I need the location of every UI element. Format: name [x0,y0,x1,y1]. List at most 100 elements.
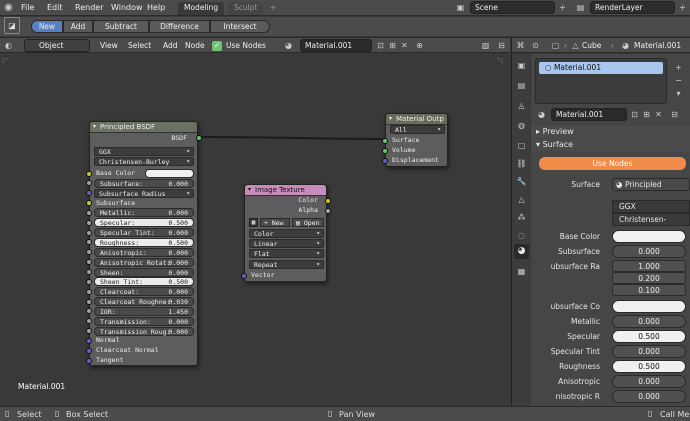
vector-socket[interactable] [241,273,247,279]
bsdf-input-socket[interactable] [86,200,92,207]
bsdf-input-row[interactable]: Specular Tint: 0.000 [94,228,194,238]
particles-tab-icon[interactable]: ⁂ [516,212,527,223]
bsdf-input-socket[interactable] [86,288,92,295]
bsdf-input-row[interactable]: IOR: 1.450 [94,306,194,316]
bsdf-input-row[interactable]: Subsurface: 0.000 [94,178,194,188]
editor-type-icon[interactable]: ⌘ [515,40,526,51]
volume-socket[interactable] [382,148,388,154]
prop-value-field[interactable]: 0.200 [612,272,686,284]
breadcrumb-object[interactable]: Cube [582,41,601,50]
node-header[interactable]: Image Texture [245,185,326,196]
link-data-icon[interactable]: ⊟ [669,109,680,120]
prop-value-field[interactable]: 0.000 [612,315,686,328]
physics-tab-icon[interactable]: ◌ [516,230,527,241]
render-layers-tab-icon[interactable]: ▤ [516,80,527,91]
material-output-node[interactable]: Material Outp All Surface Volume Displac… [382,113,448,167]
subsurface-method-select[interactable]: Christensen-Burley [94,157,194,166]
bsdf-input-socket[interactable] [86,328,92,335]
color-output-socket[interactable] [325,198,331,204]
bsdf-input-socket[interactable] [86,219,92,226]
bsdf-input-socket[interactable] [86,269,92,275]
preview-panel-header[interactable]: ▸ Preview [531,126,690,138]
distribution-select[interactable]: GGX [94,147,194,156]
material-tab-icon[interactable]: ◕ [514,244,529,259]
world-tab-icon[interactable]: ◍ [516,120,527,131]
render-tab-icon[interactable]: ▣ [516,60,527,71]
bsdf-input-row[interactable]: Specular: 0.500 [94,218,194,228]
open-image-button[interactable]: ▤ Open [292,218,324,227]
target-select[interactable]: All [390,125,445,134]
bsdf-input-socket[interactable] [86,278,92,285]
prop-value-field[interactable]: 0.000 [612,345,686,358]
bsdf-input-row[interactable]: Anisotropic: 0.000 [94,247,194,257]
base-color-swatch[interactable] [145,169,194,178]
distribution-select[interactable]: GGX [612,200,690,213]
output-socket[interactable] [196,135,202,141]
slot-add-icon[interactable]: + [673,62,684,73]
surface-panel-header[interactable]: ▾ Surface [531,139,690,151]
bsdf-input-socket[interactable] [86,249,92,256]
principled-bsdf-node[interactable]: Principled BSDF BSDF GGX Christensen-Bur… [86,121,202,366]
bsdf-input-row[interactable]: Sheen Tint: 0.500 [94,277,194,287]
node-header[interactable]: Principled BSDF [90,122,197,133]
render-layer-field[interactable]: RenderLayer [590,1,675,14]
bsdf-input-socket[interactable] [86,259,92,266]
bsdf-input-socket[interactable] [86,308,92,315]
bsdf-input-row[interactable]: Transmission: 0.000 [94,316,194,326]
slot-remove-icon[interactable]: − [673,75,684,86]
bsdf-input-row[interactable]: Sheen: 0.000 [94,267,194,277]
extension-select[interactable]: Repeat [249,260,324,269]
prop-value-field[interactable]: 0.100 [612,284,686,296]
material-icon[interactable]: ◕ [620,40,631,51]
texture-tab-icon[interactable]: ▦ [516,266,527,277]
prop-value-field[interactable]: 0.500 [612,330,686,343]
bsdf-input-row[interactable]: Subsurface Radius [94,188,194,198]
bsdf-input-socket[interactable] [86,190,92,197]
render-layer-icon[interactable]: ▤ [575,2,586,13]
scene-tab-icon[interactable]: ◬ [516,100,527,111]
object-tab-icon[interactable]: ▢ [516,140,527,151]
bsdf-input-row[interactable]: Transmission Roug: 0.000 [94,326,194,336]
bsdf-input-socket[interactable] [86,318,92,325]
material-slot-list[interactable]: ○ Material.001 [535,58,667,104]
interpolation-select[interactable]: Linear [249,239,324,248]
object-icon[interactable]: ▢ [550,40,561,51]
bsdf-input-socket[interactable] [86,170,92,177]
material-datablock-field[interactable]: Material.001 [551,108,627,121]
bsdf-input-row[interactable]: Anisotropic Rotat: 0.000 [94,257,194,267]
normal-socket[interactable] [86,338,92,344]
prop-value-field[interactable]: 0.000 [612,375,686,388]
pin-icon[interactable]: ⊙ [530,40,541,51]
bsdf-input-row[interactable]: Clearcoat Roughne: 0.030 [94,297,194,307]
render-layer-add-icon[interactable]: + [677,2,688,13]
subsurface-method-select[interactable]: Christensen- [612,213,690,226]
scene-add-icon[interactable]: + [557,2,568,13]
image-texture-node[interactable]: Image Texture Color Alpha ▩ + New ▤ Open… [241,184,331,282]
new-material-icon[interactable]: ⊞ [641,109,652,120]
tangent-socket[interactable] [86,358,92,364]
surface-shader-field[interactable]: ◕ Principled [612,178,690,191]
material-slot-item[interactable]: ○ Material.001 [539,62,663,74]
bsdf-input-socket[interactable] [86,239,92,246]
use-nodes-button[interactable]: Use Nodes [539,157,686,170]
surface-socket[interactable] [382,138,388,144]
mesh-icon[interactable]: △ [570,40,581,51]
bsdf-input-row[interactable]: Clearcoat: 0.000 [94,287,194,297]
prop-value-field[interactable]: 0.500 [612,360,686,373]
displacement-socket[interactable] [382,158,388,164]
bsdf-input-socket[interactable] [86,229,92,236]
constraints-tab-icon[interactable]: ⛓ [516,158,527,169]
clearcoat-normal-socket[interactable] [86,348,92,354]
new-image-button[interactable]: + New [260,218,290,227]
prop-color-swatch[interactable] [612,300,686,313]
bsdf-input-socket[interactable] [86,298,92,305]
image-browse-icon[interactable]: ▩ [249,218,258,227]
bsdf-input-socket[interactable] [86,209,92,216]
slot-menu-icon[interactable]: ▾ [673,88,684,99]
projection-select[interactable]: Flat [249,249,324,258]
breadcrumb-material[interactable]: Material.001 [634,41,681,50]
color-space-select[interactable]: Color [249,229,324,238]
fake-user-icon[interactable]: ⊡ [629,109,640,120]
material-browse-icon[interactable]: ◕ [536,109,547,120]
data-tab-icon[interactable]: △ [516,194,527,205]
